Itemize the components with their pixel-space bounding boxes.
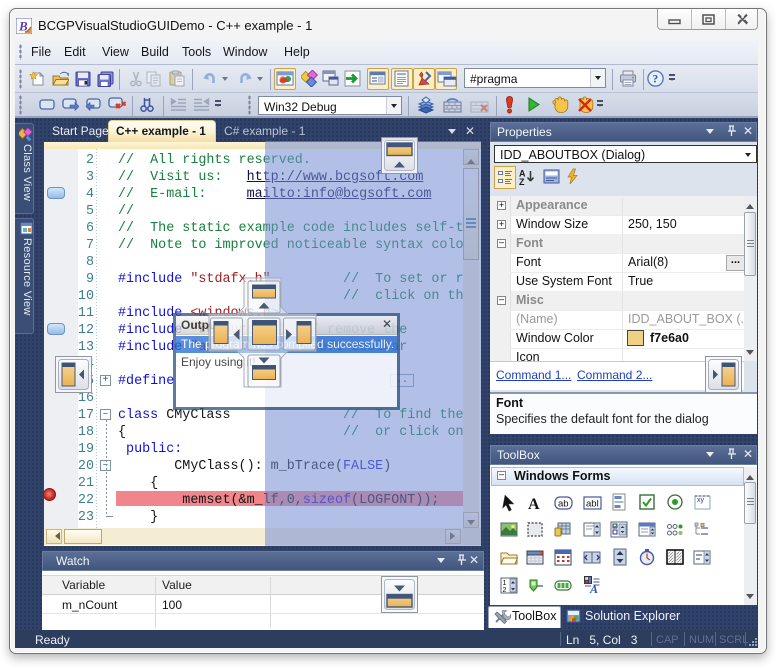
svg-text:A: A	[589, 582, 598, 596]
svg-text:A: A	[528, 496, 540, 513]
svg-text:Z: Z	[519, 177, 525, 186]
svg-text:B: B	[18, 19, 28, 34]
svg-text:?: ?	[652, 74, 658, 86]
svg-text:ab: ab	[558, 499, 569, 510]
svg-text:2: 2	[503, 587, 507, 594]
svg-text:1: 1	[503, 580, 507, 587]
svg-text:xy: xy	[697, 497, 705, 504]
svg-text:abl: abl	[586, 499, 599, 510]
